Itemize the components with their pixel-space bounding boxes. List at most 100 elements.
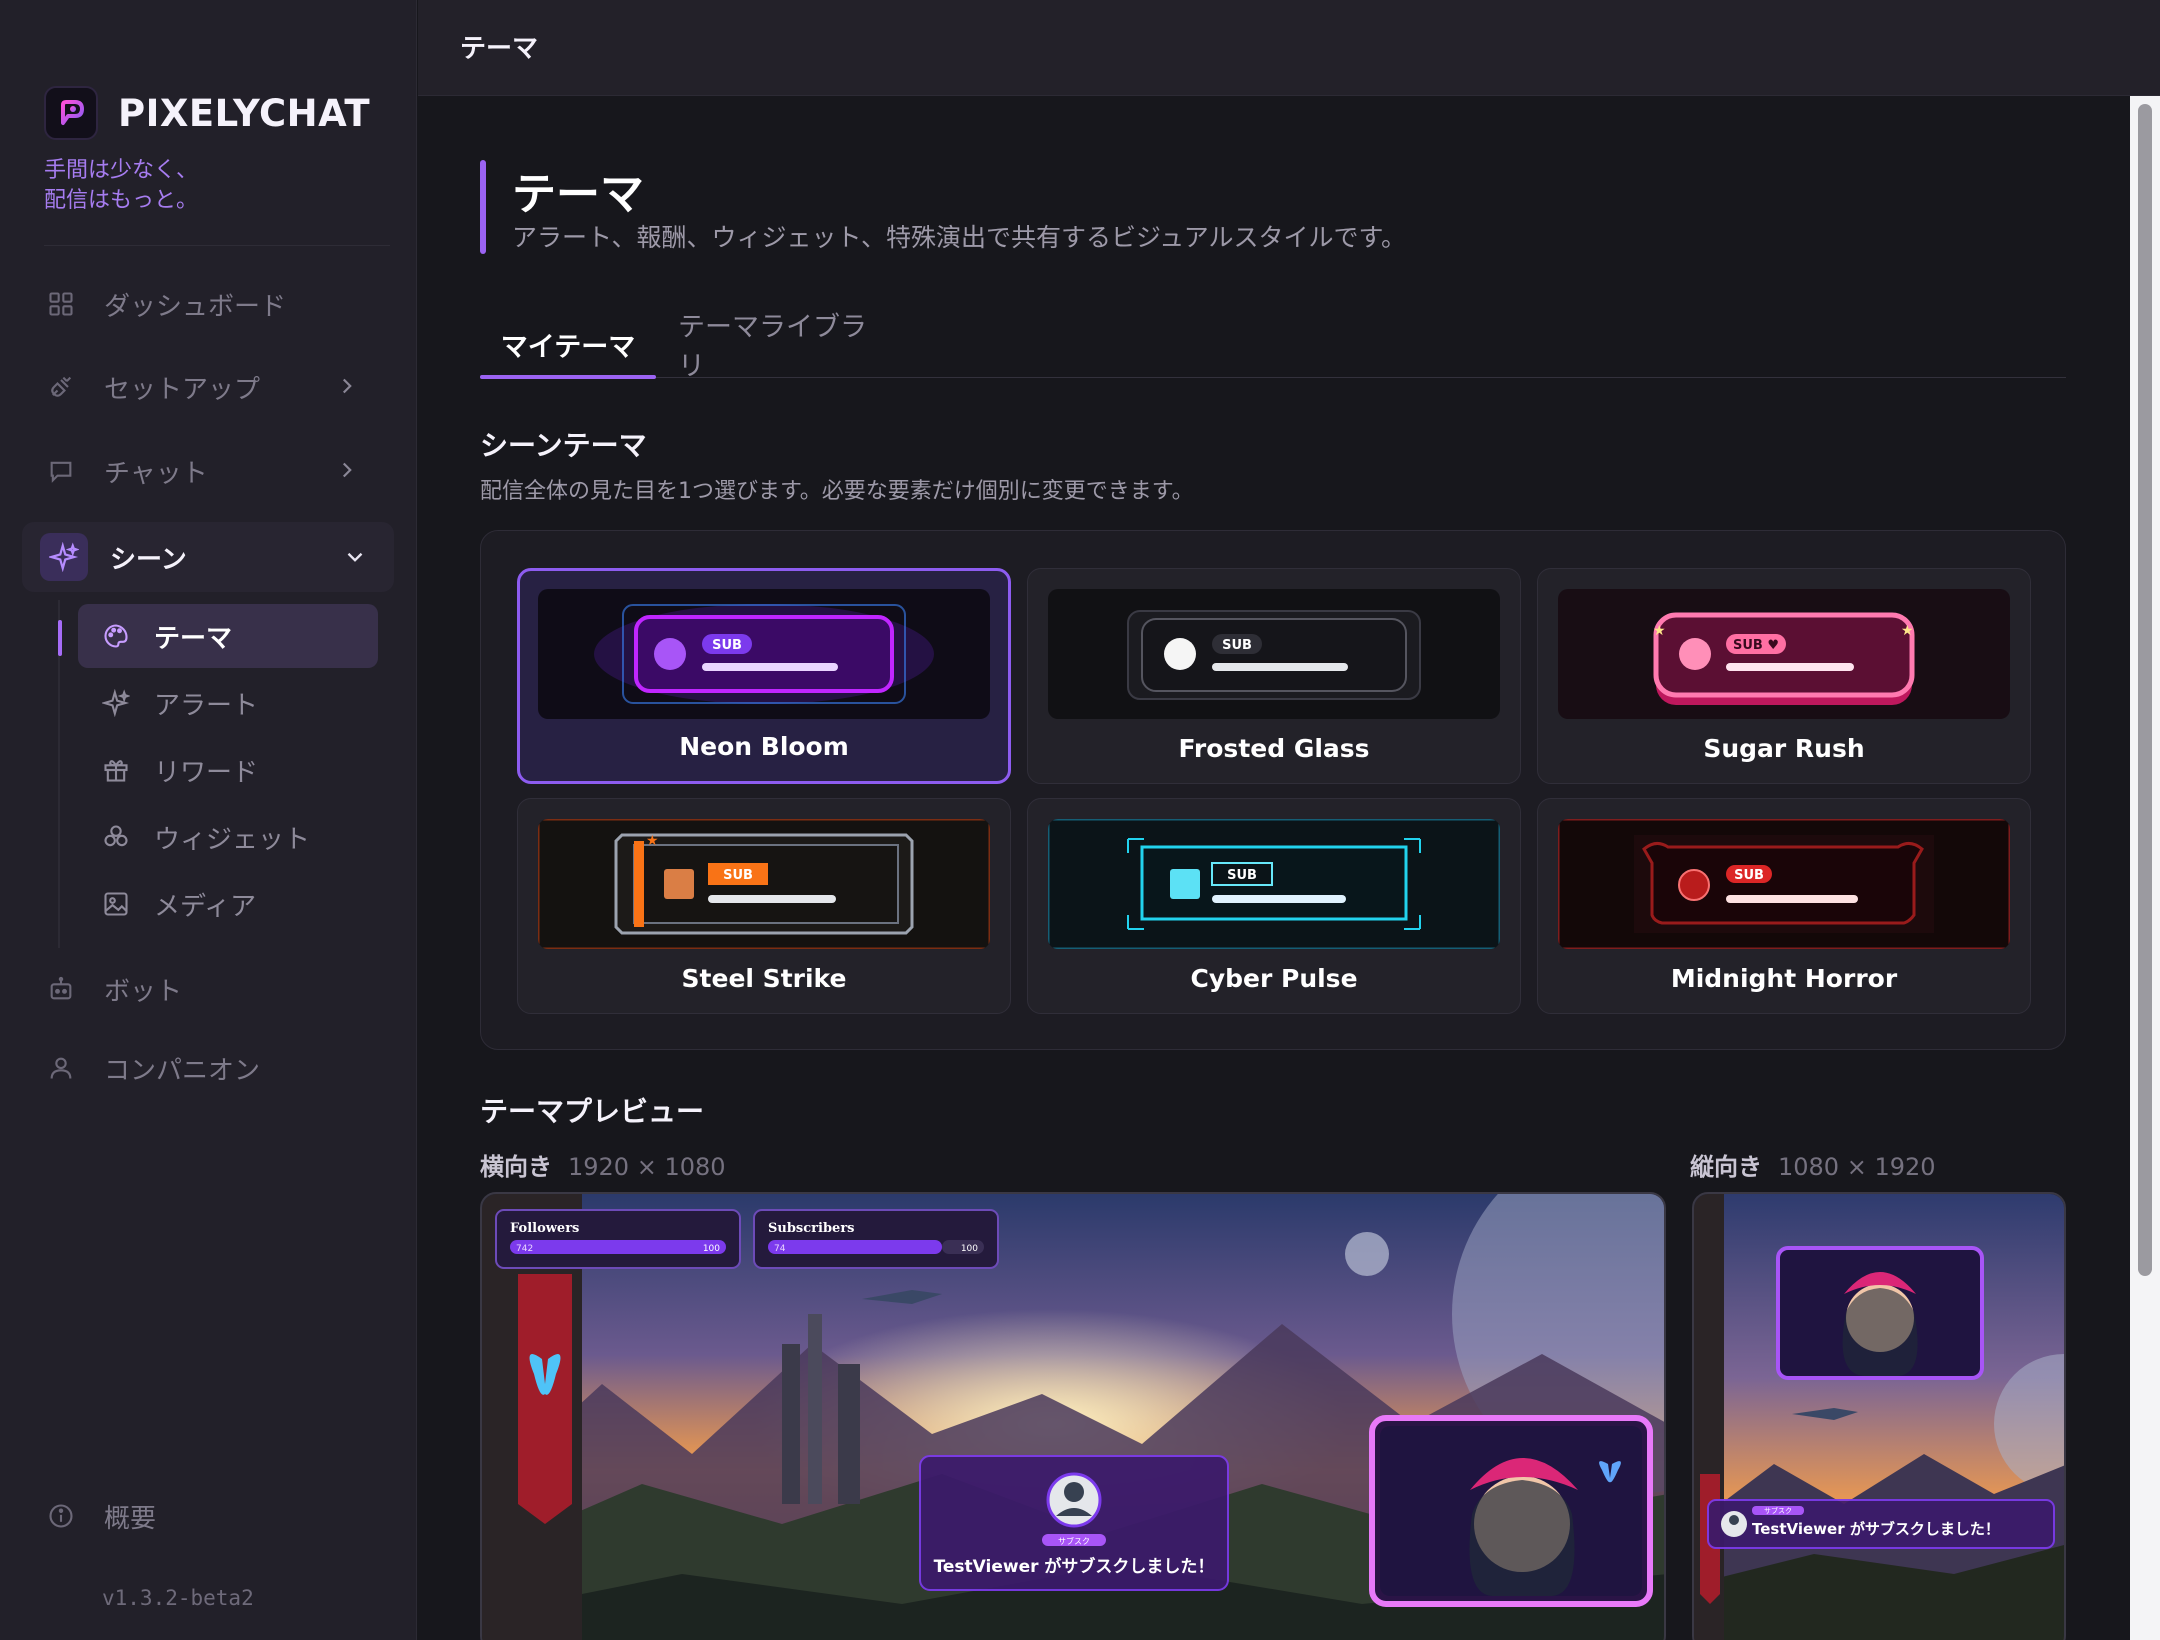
sidebar-item-reward[interactable]: リワード bbox=[78, 738, 378, 802]
page-title: テーマ bbox=[512, 169, 644, 220]
top-bar-title: テーマ bbox=[460, 34, 539, 64]
alert-badge: サブスク bbox=[1764, 1506, 1792, 1515]
sidebar-item-label: テーマ bbox=[154, 623, 233, 654]
sidebar-item-label: 概要 bbox=[104, 1503, 157, 1534]
app-logo-icon bbox=[44, 86, 98, 140]
sub-badge-text: SUB bbox=[712, 638, 742, 653]
portrait-label: 縦向き 1080 × 1920 bbox=[1690, 1147, 1936, 1182]
sidebar-item-label: セットアップ bbox=[104, 374, 261, 405]
theme-name: Neon Bloom bbox=[679, 732, 849, 761]
section-title-theme-preview: テーマプレビュー bbox=[480, 1095, 705, 1128]
plug-icon bbox=[44, 370, 78, 404]
tab-my-themes[interactable]: マイテーマ bbox=[480, 310, 656, 379]
app-version: v1.3.2-beta2 bbox=[102, 1586, 254, 1610]
alert-text: TestViewer がサブスクしました！ bbox=[1752, 1520, 2000, 1538]
sidebar-item-label: コンパニオン bbox=[104, 1055, 261, 1086]
sidebar-item-label: メディア bbox=[154, 891, 257, 922]
theme-thumbnail: SUB bbox=[1048, 819, 1500, 949]
goal-label: Followers bbox=[510, 1221, 579, 1236]
sidebar-item-about[interactable]: 概要 bbox=[44, 1490, 374, 1542]
sidebar-item-scene[interactable]: シーン bbox=[22, 522, 394, 592]
gift-icon bbox=[100, 754, 132, 786]
theme-card-sugar-rush[interactable]: ★ ★ SUB ♥ Sugar Rush bbox=[1537, 568, 2031, 784]
section-title-scene-themes: シーンテーマ bbox=[480, 429, 647, 462]
chevron-down-icon bbox=[342, 544, 368, 570]
sidebar-item-label: ボット bbox=[104, 976, 183, 1007]
page-title-accent bbox=[480, 160, 486, 254]
sidebar-item-alert[interactable]: アラート bbox=[78, 671, 378, 735]
theme-name: Sugar Rush bbox=[1703, 734, 1865, 763]
theme-card-frosted-glass[interactable]: SUB Frosted Glass bbox=[1027, 568, 1521, 784]
sidebar: PIXELYCHAT 手間は少なく、 配信はもっと。 ダッシュボード セットアッ… bbox=[0, 0, 417, 1640]
theme-card-neon-bloom[interactable]: SUB Neon Bloom bbox=[517, 568, 1011, 784]
theme-card-steel-strike[interactable]: ★ SUB Steel Strike bbox=[517, 798, 1011, 1014]
theme-name: Frosted Glass bbox=[1178, 734, 1370, 763]
goal-label: Subscribers bbox=[768, 1221, 854, 1236]
sidebar-item-media[interactable]: メディア bbox=[78, 872, 378, 936]
tagline-line-2: 配信はもっと。 bbox=[44, 188, 199, 213]
theme-card-midnight-horror[interactable]: SUB Midnight Horror bbox=[1537, 798, 2031, 1014]
svg-text:★: ★ bbox=[1653, 623, 1666, 639]
sparkle-icon bbox=[100, 687, 132, 719]
image-icon bbox=[100, 888, 132, 920]
goal-current: 74 bbox=[774, 1244, 786, 1254]
active-indicator bbox=[58, 620, 62, 656]
alert-badge: サブスク bbox=[1058, 1536, 1090, 1546]
sidebar-item-label: チャット bbox=[104, 458, 208, 489]
section-description: 配信全体の見た目を1つ選びます。必要な要素だけ個別に変更できます。 bbox=[480, 479, 1194, 504]
landscape-preview: Followers 742 100 Subscribers 74 100 サブス… bbox=[480, 1192, 1666, 1640]
sidebar-item-label: シーン bbox=[110, 544, 187, 575]
sub-badge-text: SUB ♥ bbox=[1733, 638, 1779, 653]
landscape-label: 横向き 1920 × 1080 bbox=[480, 1147, 726, 1182]
sidebar-item-bot[interactable]: ボット bbox=[44, 963, 374, 1015]
sidebar-item-dashboard[interactable]: ダッシュボード bbox=[44, 278, 374, 330]
sidebar-item-companion[interactable]: コンパニオン bbox=[44, 1042, 374, 1094]
page-subtitle: アラート、報酬、ウィジェット、特殊演出で共有するビジュアルスタイルです。 bbox=[512, 223, 1407, 252]
tab-bar: マイテーマ テーマライブラリ bbox=[480, 310, 2066, 382]
bot-icon bbox=[44, 972, 78, 1006]
sidebar-divider bbox=[44, 245, 390, 246]
goal-target: 100 bbox=[703, 1244, 720, 1254]
top-bar: テーマ bbox=[418, 0, 2160, 96]
sidebar-item-theme[interactable]: テーマ bbox=[78, 604, 378, 668]
sparkle-icon bbox=[40, 533, 88, 581]
sidebar-item-setup[interactable]: セットアップ bbox=[44, 361, 374, 413]
tab-theme-library[interactable]: テーマライブラリ bbox=[678, 310, 892, 382]
sub-badge-text: SUB bbox=[723, 868, 753, 883]
theme-name: Cyber Pulse bbox=[1190, 964, 1358, 993]
theme-name: Steel Strike bbox=[681, 964, 847, 993]
portrait-preview: サブスク TestViewer がサブスクしました！ bbox=[1692, 1192, 2066, 1640]
sidebar-item-widget[interactable]: ウィジェット bbox=[78, 805, 378, 869]
sub-badge-text: SUB bbox=[1227, 868, 1257, 883]
theme-thumbnail: SUB bbox=[1558, 819, 2010, 949]
theme-thumbnail: ★ SUB bbox=[538, 819, 990, 949]
theme-name: Midnight Horror bbox=[1670, 964, 1898, 993]
theme-card-cyber-pulse[interactable]: SUB Cyber Pulse bbox=[1027, 798, 1521, 1014]
palette-icon bbox=[100, 620, 132, 652]
sidebar-item-label: ダッシュボード bbox=[104, 291, 287, 322]
sub-badge-text: SUB bbox=[1734, 868, 1764, 883]
theme-thumbnail: ★ ★ SUB ♥ bbox=[1558, 589, 2010, 719]
landscape-size: 1920 × 1080 bbox=[568, 1153, 726, 1181]
portrait-label-text: 縦向き bbox=[1690, 1153, 1762, 1181]
svg-text:★: ★ bbox=[646, 833, 659, 849]
sidebar-item-label: ウィジェット bbox=[154, 824, 311, 855]
goal-target: 100 bbox=[961, 1244, 978, 1254]
user-icon bbox=[44, 1051, 78, 1085]
portrait-size: 1080 × 1920 bbox=[1778, 1153, 1936, 1181]
sidebar-item-label: リワード bbox=[154, 757, 259, 788]
brand[interactable]: PIXELYCHAT bbox=[44, 86, 370, 140]
alert-text: TestViewer がサブスクしました！ bbox=[934, 1556, 1215, 1577]
sub-badge-text: SUB bbox=[1222, 638, 1252, 653]
theme-thumbnail: SUB bbox=[538, 589, 990, 719]
landscape-label-text: 横向き bbox=[480, 1153, 552, 1181]
scrollbar-thumb[interactable] bbox=[2138, 104, 2152, 1276]
chat-bubble-icon bbox=[44, 454, 78, 488]
theme-thumbnail: SUB bbox=[1048, 589, 1500, 719]
goal-current: 742 bbox=[516, 1244, 533, 1254]
info-icon bbox=[44, 1499, 78, 1533]
sidebar-item-label: アラート bbox=[154, 690, 259, 721]
sidebar-item-chat[interactable]: チャット bbox=[44, 445, 374, 497]
widget-icon bbox=[100, 821, 132, 853]
chevron-right-icon bbox=[334, 373, 360, 399]
